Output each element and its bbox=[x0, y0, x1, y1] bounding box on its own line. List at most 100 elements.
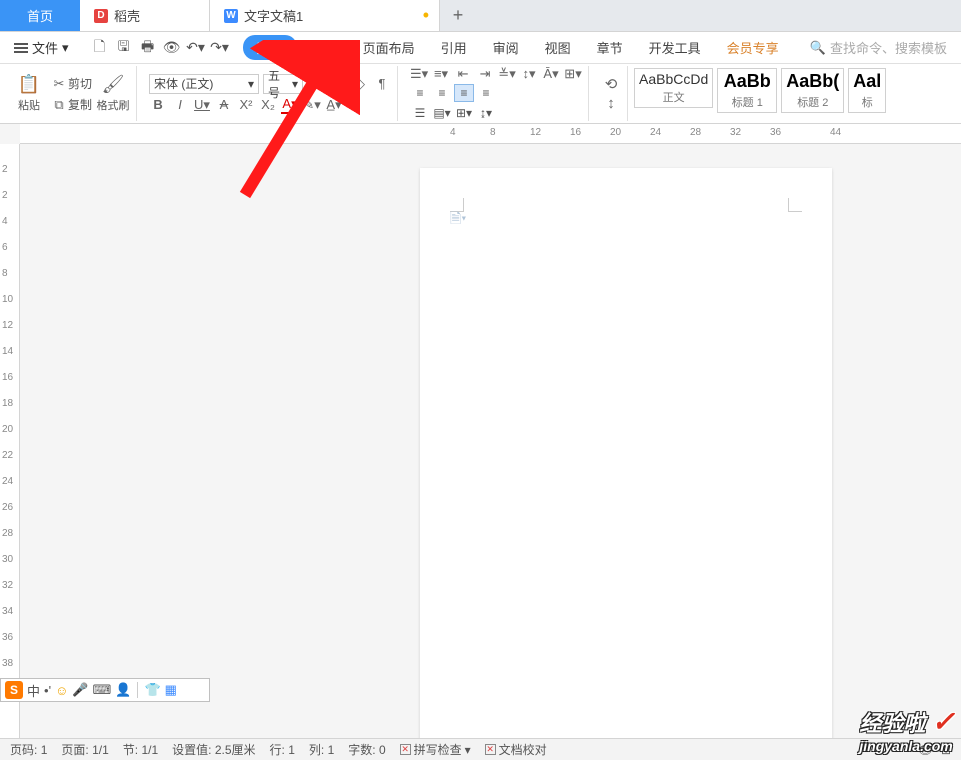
watermark: 经验啦 ✓ jingyanla.com bbox=[859, 705, 955, 754]
grow-font-icon[interactable]: A⁺ bbox=[307, 76, 325, 92]
menu-vip[interactable]: 会员专享 bbox=[715, 34, 791, 61]
align-left-icon[interactable]: ≡ bbox=[410, 84, 430, 102]
tabs-icon[interactable]: ⊞▾ bbox=[564, 66, 582, 82]
italic-icon[interactable]: I bbox=[171, 97, 189, 112]
paste-icon: 📋 bbox=[18, 74, 40, 95]
tab-daoke[interactable]: D 稻壳 bbox=[80, 0, 210, 31]
file-menu[interactable]: 文件 ▾ bbox=[6, 36, 77, 59]
qa-open-icon[interactable]: 🗋 bbox=[89, 37, 111, 59]
status-col[interactable]: 列: 1 bbox=[309, 741, 334, 758]
horizontal-ruler[interactable]: 481216202428323644 bbox=[20, 124, 961, 144]
style-heading1[interactable]: AaBb 标题 1 bbox=[717, 68, 777, 113]
sort-icon[interactable]: ≚▾ bbox=[498, 66, 516, 82]
vertical-ruler[interactable]: 2246810121416182022242628303234363840 bbox=[0, 144, 20, 738]
align-right-icon[interactable]: ≡ bbox=[476, 84, 496, 102]
ime-toolbar[interactable]: S 中 •' ☺ 🎤 ⌨ 👤 👕 ▦ bbox=[0, 678, 210, 702]
workspace: 481216202428323644 224681012141618202224… bbox=[0, 124, 961, 738]
strike-icon[interactable]: A bbox=[215, 97, 233, 112]
ime-lang[interactable]: 中 bbox=[27, 681, 40, 700]
bold-icon[interactable]: B bbox=[149, 97, 167, 112]
status-page-no[interactable]: 页码: 1 bbox=[10, 741, 47, 758]
qa-save-icon[interactable]: 🖫 bbox=[113, 37, 135, 59]
indent-inc-icon[interactable]: ⇥ bbox=[476, 66, 494, 82]
line-spacing-icon[interactable]: ↕▾ bbox=[520, 66, 538, 82]
paste-button[interactable]: 📋 粘贴 bbox=[12, 74, 46, 113]
font-name-combo[interactable]: 宋体 (正文)▾ bbox=[149, 74, 259, 94]
status-setvalue[interactable]: 设置值: 2.5厘米 bbox=[172, 741, 255, 758]
menu-start[interactable]: 开始 bbox=[243, 35, 297, 60]
ime-sogou-icon[interactable]: S bbox=[5, 681, 23, 699]
search-box[interactable]: 🔍 查找命令、搜索模板 bbox=[802, 38, 955, 57]
hamburger-icon bbox=[14, 41, 28, 55]
tab-document[interactable]: W 文字文稿1 • bbox=[210, 0, 440, 31]
undo-icon[interactable]: ↶▾ bbox=[185, 37, 207, 59]
ime-toolbox-icon[interactable]: ▦ bbox=[165, 682, 177, 698]
superscript-icon[interactable]: X² bbox=[237, 97, 255, 112]
subscript-icon[interactable]: X₂ bbox=[259, 97, 277, 112]
text-direction-icon[interactable]: ⟲ bbox=[601, 75, 621, 93]
watermark-sub: jingyanla.com bbox=[859, 738, 955, 754]
menu-view[interactable]: 视图 bbox=[533, 34, 583, 61]
menu-reference[interactable]: 引用 bbox=[429, 34, 479, 61]
align-center-icon[interactable]: ≡ bbox=[432, 84, 452, 102]
new-tab-button[interactable]: + bbox=[440, 0, 476, 31]
style-more[interactable]: Aal 标 bbox=[848, 68, 886, 113]
align-justify-icon[interactable]: ≡ bbox=[454, 84, 474, 102]
borders-icon[interactable]: ⊞▾ bbox=[454, 104, 474, 122]
status-section[interactable]: 节: 1/1 bbox=[123, 741, 158, 758]
ime-skin-icon[interactable]: 👕 bbox=[144, 682, 160, 698]
status-proof[interactable]: ✕文档校对 bbox=[485, 741, 547, 758]
pilcrow-icon[interactable]: ¶ bbox=[373, 76, 391, 91]
style-heading2[interactable]: AaBb( 标题 2 bbox=[781, 68, 844, 113]
status-spellcheck[interactable]: ✕拼写检查▾ bbox=[400, 741, 471, 758]
align-dist-icon[interactable]: ☰ bbox=[410, 104, 430, 122]
menu-insert[interactable]: 插入 bbox=[299, 34, 349, 61]
unsaved-dot-icon: • bbox=[423, 5, 429, 26]
style-h2-preview: AaBb( bbox=[786, 71, 839, 92]
alignment-grid: ≡ ≡ ≡ ≡ ☰ ▤▾ ⊞▾ ↨▾ bbox=[410, 84, 496, 122]
indent-dec-icon[interactable]: ⇤ bbox=[454, 66, 472, 82]
menu-devtools[interactable]: 开发工具 bbox=[637, 34, 713, 61]
clear-format-icon[interactable]: ◇ bbox=[351, 76, 369, 92]
tab-home[interactable]: 首页 bbox=[0, 0, 80, 31]
font-color-icon[interactable]: A▾ bbox=[281, 96, 299, 114]
format-painter-button[interactable]: 🖌 格式刷 bbox=[96, 74, 130, 113]
status-page-of[interactable]: 页面: 1/1 bbox=[61, 741, 108, 758]
ime-mic-icon[interactable]: 🎤 bbox=[72, 682, 88, 698]
style-h1-label: 标题 1 bbox=[722, 94, 772, 110]
font-size-combo[interactable]: 五号▾ bbox=[263, 74, 303, 94]
vertical-text-icon[interactable]: ↕ bbox=[601, 95, 621, 112]
style-h1-preview: AaBb bbox=[722, 71, 772, 92]
search-placeholder: 查找命令、搜索模板 bbox=[830, 38, 947, 57]
style-more-label: 标 bbox=[853, 94, 881, 110]
ribbon: 📋 粘贴 ✂剪切 ⧉复制 🖌 格式刷 宋体 (正文)▾ 五号▾ A⁺ A⁻ ◇ … bbox=[0, 64, 961, 124]
bullets-icon[interactable]: ☰▾ bbox=[410, 66, 428, 82]
copy-button[interactable]: ⧉复制 bbox=[50, 96, 92, 113]
cut-button[interactable]: ✂剪切 bbox=[50, 75, 92, 92]
redo-icon[interactable]: ↷▾ bbox=[209, 37, 231, 59]
ime-punct[interactable]: •' bbox=[44, 683, 51, 698]
status-row[interactable]: 行: 1 bbox=[270, 741, 295, 758]
shrink-font-icon[interactable]: A⁻ bbox=[329, 76, 347, 92]
char-border-icon[interactable]: A̲▾ bbox=[325, 97, 343, 113]
ime-keyboard-icon[interactable]: ⌨ bbox=[93, 682, 112, 698]
menu-section[interactable]: 章节 bbox=[585, 34, 635, 61]
status-words[interactable]: 字数: 0 bbox=[348, 741, 385, 758]
document-page[interactable]: 🗎▾ bbox=[420, 168, 832, 738]
qa-print-icon[interactable]: 🖶 bbox=[137, 37, 159, 59]
ime-emoji-icon[interactable]: ☺ bbox=[55, 683, 68, 698]
style-body[interactable]: AaBbCcDd 正文 bbox=[634, 68, 713, 108]
numbering-icon[interactable]: ≡▾ bbox=[432, 66, 450, 82]
shading-icon[interactable]: ▤▾ bbox=[432, 104, 452, 122]
menu-review[interactable]: 审阅 bbox=[481, 34, 531, 61]
ribbon-textdir: ⟲ ↕ bbox=[595, 66, 628, 121]
underline-icon[interactable]: U▾ bbox=[193, 97, 211, 113]
qa-preview-icon[interactable]: 👁 bbox=[161, 37, 183, 59]
style-body-preview: AaBbCcDd bbox=[639, 71, 708, 87]
menu-page-layout[interactable]: 页面布局 bbox=[351, 34, 427, 61]
para-spacing-icon[interactable]: ↨▾ bbox=[476, 104, 496, 122]
highlight-icon[interactable]: ✎▾ bbox=[303, 97, 321, 113]
char-scale-icon[interactable]: Ā▾ bbox=[542, 66, 560, 82]
ime-user-icon[interactable]: 👤 bbox=[115, 682, 131, 698]
watermark-main: 经验啦 bbox=[859, 711, 925, 736]
